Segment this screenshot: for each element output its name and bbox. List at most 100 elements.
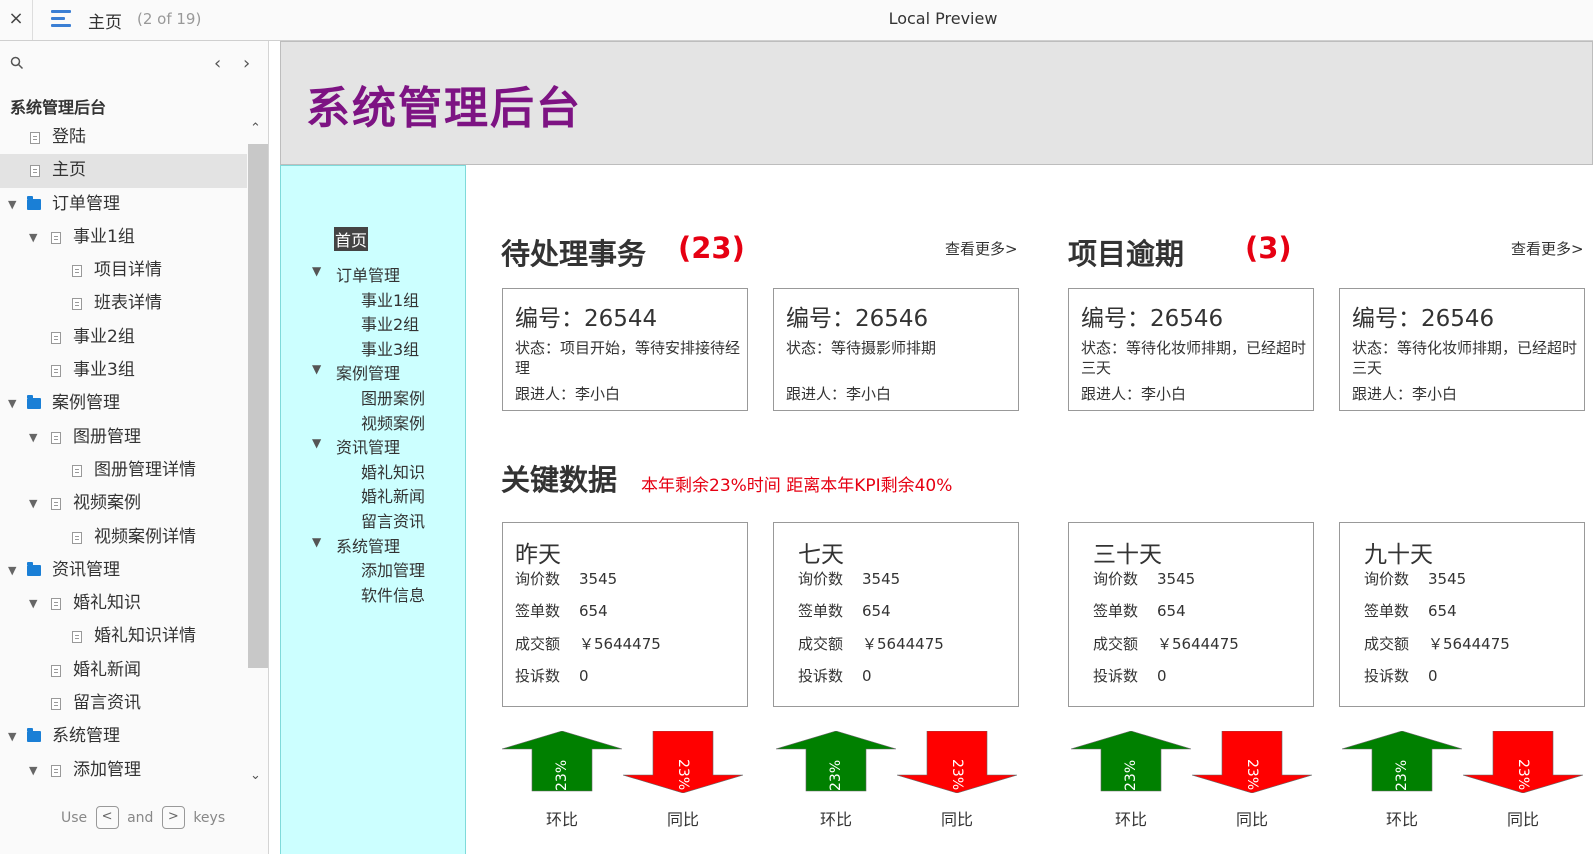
- previous-page-icon[interactable]: ‹: [214, 53, 221, 74]
- pending-more-link[interactable]: 查看更多>: [945, 238, 1018, 259]
- kpi-row: 投诉数 0: [798, 665, 872, 686]
- kpi-row: 询价数 3545: [798, 568, 900, 589]
- nav-group[interactable]: 资讯管理: [336, 434, 400, 458]
- nav-link[interactable]: 事业2组: [361, 311, 419, 335]
- nav-link[interactable]: 软件信息: [361, 582, 425, 606]
- task-card[interactable]: 编号：26546 状态：等待化妆师排期，已经超时三天 跟进人：李小白: [1339, 288, 1585, 411]
- nav-link[interactable]: 图册案例: [361, 385, 425, 409]
- nav-group[interactable]: 案例管理: [336, 360, 400, 384]
- sitemap-root-title: 系统管理后台: [10, 98, 107, 117]
- overdue-more-link[interactable]: 查看更多>: [1511, 238, 1584, 259]
- kpi-card: 九十天 询价数 3545 签单数 654 成交额 ￥5644475 投诉数 0: [1339, 522, 1585, 707]
- kpi-label: 签单数: [515, 602, 561, 620]
- sitemap-item-label: 图册管理: [73, 426, 141, 447]
- expand-caret-icon[interactable]: ▼: [8, 720, 16, 753]
- sitemap-item[interactable]: ▼ 订单管理: [0, 188, 247, 221]
- nav-link[interactable]: 事业1组: [361, 287, 419, 311]
- nav-link[interactable]: 婚礼新闻: [361, 483, 425, 507]
- sitemap-item-label: 视频案例: [73, 493, 141, 514]
- nav-home-link[interactable]: 首页: [334, 227, 369, 251]
- sitemap-item[interactable]: 留言资讯: [0, 687, 247, 720]
- sitemap-tree: 登陆 主页 ▼ 订单管理 ▼ 事业1组 项目详情 班表详情 事业2组 事业3组 ▼ 案例管理 ▼ 图册管理…: [0, 121, 247, 787]
- sitemap-item-label: 系统管理: [52, 726, 120, 747]
- expand-caret-icon[interactable]: ▼: [8, 188, 16, 221]
- task-number: 编号：26546: [786, 306, 929, 332]
- kpi-row: 成交额 ￥5644475: [515, 633, 661, 654]
- admin-header: 系统管理后台: [280, 41, 1593, 165]
- expand-caret-icon[interactable]: ▼: [8, 387, 16, 420]
- kpi-value: 3545: [1428, 570, 1467, 588]
- sitemap-item[interactable]: 视频案例详情: [0, 521, 247, 554]
- trend-label: 同比: [666, 810, 699, 829]
- kpi-value: 0: [1157, 667, 1167, 685]
- hint-keys: keys: [193, 809, 226, 826]
- nav-link[interactable]: 添加管理: [361, 557, 425, 581]
- nav-caret-icon[interactable]: ▼: [312, 362, 321, 376]
- nav-link[interactable]: 婚礼知识: [361, 459, 425, 483]
- task-status: 状态：等待化妆师排期，已经超时三天: [1352, 339, 1578, 377]
- sitemap-item[interactable]: ▼ 资讯管理: [0, 554, 247, 587]
- kpi-row: 签单数 654: [515, 600, 608, 621]
- next-page-icon[interactable]: ›: [243, 53, 250, 74]
- expand-caret-icon[interactable]: ▼: [29, 754, 37, 787]
- folder-icon: [27, 561, 41, 576]
- task-card[interactable]: 编号：26546 状态：等待摄影师排期 跟进人：李小白: [773, 288, 1019, 411]
- task-status: 状态：项目开始，等待安排接待经理: [515, 339, 741, 377]
- nav-link[interactable]: 留言资讯: [361, 508, 425, 532]
- sitemap-item[interactable]: ▼ 事业1组: [0, 221, 247, 254]
- nav-link[interactable]: 事业3组: [361, 336, 419, 360]
- task-follower: 跟进人：李小白: [515, 385, 621, 403]
- sitemap-item-label: 项目详情: [94, 260, 162, 281]
- nav-caret-icon[interactable]: ▼: [312, 264, 321, 278]
- search-icon[interactable]: [10, 56, 24, 70]
- trend-label: 环比: [1114, 810, 1147, 829]
- expand-caret-icon[interactable]: ▼: [29, 221, 37, 254]
- kpi-label: 投诉数: [515, 667, 561, 685]
- sitemap-item[interactable]: 项目详情: [0, 254, 247, 287]
- page-icon: [72, 531, 82, 544]
- sitemap-scroll-thumb[interactable]: [248, 144, 268, 668]
- sitemap-item[interactable]: 图册管理详情: [0, 454, 247, 487]
- sitemap-item[interactable]: 婚礼新闻: [0, 654, 247, 687]
- prototype-canvas: 系统管理后台 首页 ▼ 订单管理 事业1组 事业2组 事业3组 ▼ 案例管理 图册案例 视频案例 ▼…: [280, 41, 1593, 854]
- kpi-label: 成交额: [515, 635, 561, 653]
- kpi-value: ￥5644475: [862, 635, 944, 653]
- expand-caret-icon[interactable]: ▼: [29, 487, 37, 520]
- scroll-up-icon[interactable]: ⌃: [250, 121, 261, 136]
- task-card[interactable]: 编号：26544 状态：项目开始，等待安排接待经理 跟进人：李小白: [502, 288, 748, 411]
- page-icon: [30, 132, 40, 144]
- kpi-value: 0: [862, 667, 872, 685]
- sitemap-item[interactable]: 登陆: [0, 121, 247, 154]
- sitemap-item[interactable]: ▼ 添加管理: [0, 754, 247, 787]
- kpi-row: 投诉数 0: [1093, 665, 1167, 686]
- trend-label: 环比: [1385, 810, 1418, 829]
- nav-group[interactable]: 订单管理: [336, 262, 400, 286]
- expand-caret-icon[interactable]: ▼: [29, 587, 37, 620]
- kpi-label: 成交额: [798, 635, 844, 653]
- folder-icon: [27, 195, 41, 210]
- task-status: 状态：等待化妆师排期，已经超时三天: [1081, 339, 1307, 377]
- nav-caret-icon[interactable]: ▼: [312, 535, 321, 549]
- sitemap-item[interactable]: 事业3组: [0, 354, 247, 387]
- task-card[interactable]: 编号：26546 状态：等待化妆师排期，已经超时三天 跟进人：李小白: [1068, 288, 1314, 411]
- nav-group[interactable]: 系统管理: [336, 533, 400, 557]
- scroll-down-icon[interactable]: ⌄: [250, 768, 261, 783]
- sitemap-item[interactable]: ▼ 案例管理: [0, 387, 247, 420]
- kpi-period: 七天: [798, 542, 844, 568]
- sitemap-item[interactable]: ▼ 视频案例: [0, 487, 247, 520]
- kpi-label: 询价数: [1364, 570, 1410, 588]
- sitemap-item[interactable]: ▼ 婚礼知识: [0, 587, 247, 620]
- kpi-row: 成交额 ￥5644475: [798, 633, 944, 654]
- nav-link[interactable]: 视频案例: [361, 410, 425, 434]
- expand-caret-icon[interactable]: ▼: [8, 554, 16, 587]
- sitemap-item[interactable]: ▼ 系统管理: [0, 720, 247, 753]
- sitemap-item[interactable]: 主页: [0, 154, 247, 188]
- sitemap-item[interactable]: 婚礼知识详情: [0, 620, 247, 653]
- sitemap-item[interactable]: 班表详情: [0, 287, 247, 320]
- expand-caret-icon[interactable]: ▼: [29, 421, 37, 454]
- page-icon: [72, 631, 82, 644]
- nav-caret-icon[interactable]: ▼: [312, 436, 321, 450]
- sitemap-panel: ‹ › 系统管理后台 登陆 主页 ▼ 订单管理 ▼ 事业1组项目详情班表详情 事业2组 事业3…: [0, 41, 269, 854]
- sitemap-item[interactable]: 事业2组: [0, 321, 247, 354]
- sitemap-item[interactable]: ▼ 图册管理: [0, 421, 247, 454]
